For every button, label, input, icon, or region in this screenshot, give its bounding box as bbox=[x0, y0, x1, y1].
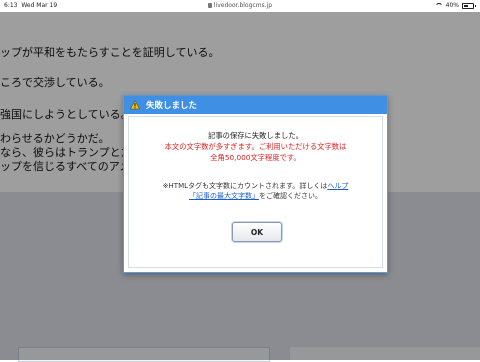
lock-icon bbox=[207, 3, 212, 8]
dialog-body: 記事の保存に失敗しました。 本文の文字数が多すぎます。ご利用いただける文字数は … bbox=[128, 116, 383, 268]
dialog-header: 失敗しました bbox=[124, 96, 387, 114]
error-message-line1: 本文の文字数が多すぎます。ご利用いただける文字数は bbox=[164, 142, 347, 151]
status-bar: 6:13 Wed Mar 19 livedoor.blogcms.jp 40% bbox=[0, 0, 480, 12]
help-link[interactable]: ヘルプ bbox=[327, 182, 348, 190]
help-note: ※HTMLタグも文字数にカウントされます。詳しくはヘルプ 「記事の最大文字数」を… bbox=[129, 181, 382, 201]
wifi-icon bbox=[434, 2, 443, 9]
save-failed-message: 記事の保存に失敗しました。 bbox=[208, 131, 303, 140]
battery-percent: 40% bbox=[445, 2, 459, 9]
note-suffix: をご確認ください。 bbox=[259, 192, 322, 200]
note-prefix: ※HTMLタグも文字数にカウントされます。詳しくは bbox=[162, 182, 328, 190]
battery-icon bbox=[462, 2, 476, 9]
error-dialog: 失敗しました 記事の保存に失敗しました。 本文の文字数が多すぎます。ご利用いただ… bbox=[123, 95, 388, 273]
ok-button[interactable]: OK bbox=[232, 222, 282, 242]
status-url[interactable]: livedoor.blogcms.jp bbox=[0, 2, 480, 9]
max-chars-link[interactable]: 「記事の最大文字数」 bbox=[189, 192, 259, 200]
status-right: 40% bbox=[434, 2, 476, 9]
dialog-title: 失敗しました bbox=[146, 101, 198, 111]
warning-icon bbox=[130, 100, 140, 110]
error-message-line2: 全角50,000文字程度です。 bbox=[210, 153, 301, 162]
